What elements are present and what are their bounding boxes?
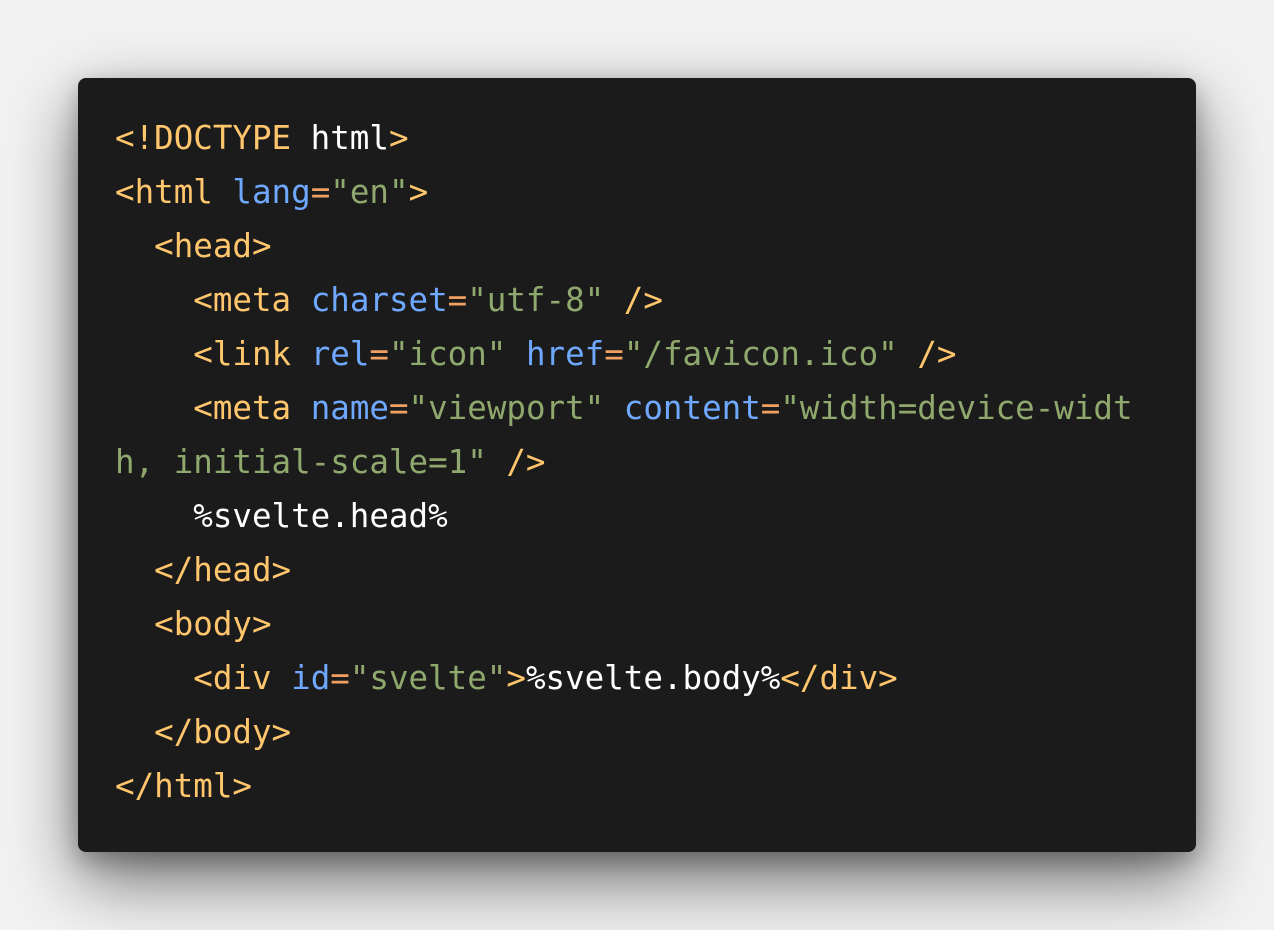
code-line-5: <link rel="icon" href="/favicon.ico" /> (115, 327, 1133, 381)
equals: = (310, 173, 331, 211)
code-line-4: <meta charset="utf-8" /> (115, 273, 1133, 327)
value-content-part2: h, initial-scale=1" (115, 443, 487, 481)
code-line-6: <meta name="viewport" content="width=dev… (115, 381, 1133, 435)
code-line-2: <html lang="en"> (115, 165, 1133, 219)
code-window: <!DOCTYPE html> <html lang="en"> <head> … (78, 78, 1196, 852)
self-close: /> (486, 443, 546, 481)
svelte-body-placeholder: %svelte.body% (525, 659, 781, 697)
doctype-value: html (291, 119, 389, 157)
doctype-close: > (388, 119, 409, 157)
body-close-tag: </body> (115, 713, 292, 751)
code-line-9: </head> (115, 543, 1133, 597)
code-line-7: h, initial-scale=1" /> (115, 435, 1133, 489)
value-icon: "icon" (388, 335, 507, 373)
code-line-3: <head> (115, 219, 1133, 273)
self-close: /> (897, 335, 957, 373)
code-line-1: <!DOCTYPE html> (115, 111, 1133, 165)
code-line-13: </html> (115, 759, 1133, 813)
attr-content: content (623, 389, 761, 427)
code-line-12: </body> (115, 705, 1133, 759)
attr-name: name (310, 389, 389, 427)
svelte-head-placeholder: %svelte.head% (115, 497, 448, 535)
self-close: /> (604, 281, 663, 319)
value-viewport: "viewport" (408, 389, 605, 427)
attr-rel: rel (310, 335, 370, 373)
attr-id: id (291, 659, 331, 697)
code-block: <!DOCTYPE html> <html lang="en"> <head> … (115, 111, 1133, 813)
div-open-tag: <div (115, 659, 272, 697)
attr-lang: lang (232, 173, 311, 211)
code-line-10: <body> (115, 597, 1133, 651)
equals: = (369, 335, 389, 373)
doctype-open: <!DOCTYPE (115, 119, 292, 157)
meta-open-tag: <meta (115, 281, 292, 319)
value-en: "en" (330, 173, 409, 211)
equals: = (447, 281, 468, 319)
equals: = (388, 389, 409, 427)
head-close-tag: </head> (115, 551, 292, 589)
attr-charset: charset (310, 281, 448, 319)
html-close-tag: </html> (115, 767, 252, 805)
tag-close: > (408, 173, 429, 211)
head-open-tag: <head> (115, 227, 272, 265)
code-line-8: %svelte.head% (115, 489, 1133, 543)
body-open-tag: <body> (115, 605, 272, 643)
code-line-11: <div id="svelte">%svelte.body%</div> (115, 651, 1133, 705)
link-open-tag: <link (115, 335, 292, 373)
div-close-tag: </div> (780, 659, 898, 697)
equals: = (604, 335, 624, 373)
html-open-tag: <html (115, 173, 213, 211)
equals: = (760, 389, 781, 427)
value-content-part1: "width=device-widt (780, 389, 1133, 427)
value-svelte: "svelte" (349, 659, 507, 697)
value-favicon: "/favicon.ico" (623, 335, 898, 373)
meta-open-tag: <meta (115, 389, 292, 427)
equals: = (330, 659, 350, 697)
attr-href: href (525, 335, 605, 373)
value-utf8: "utf-8" (467, 281, 605, 319)
tag-close: > (506, 659, 526, 697)
